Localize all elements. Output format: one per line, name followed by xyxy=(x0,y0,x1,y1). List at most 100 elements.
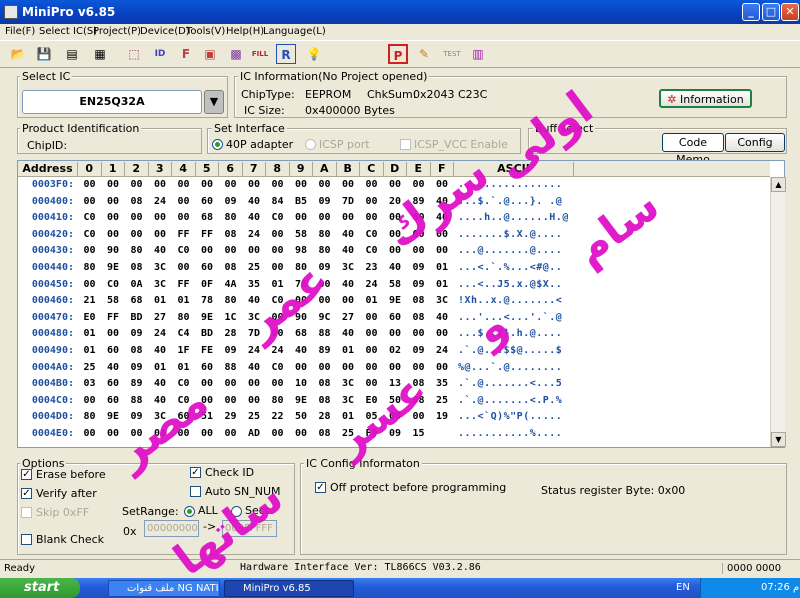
hex-cell[interactable]: 00 xyxy=(266,428,289,439)
hex-cell[interactable]: C0 xyxy=(172,245,195,256)
hex-cell[interactable]: 80 xyxy=(219,295,242,306)
hex-cell[interactable]: 00 xyxy=(78,395,101,406)
hex-cell[interactable]: 80 xyxy=(219,212,242,223)
range-sect-radio[interactable] xyxy=(231,506,242,517)
hex-cell[interactable]: 0F xyxy=(196,279,219,290)
hex-cell[interactable]: 58 xyxy=(290,229,313,240)
hex-cell[interactable]: 60 xyxy=(172,411,195,422)
hex-cell[interactable]: 00 xyxy=(407,229,430,240)
hex-cell[interactable]: 50 xyxy=(384,395,407,406)
hex-cell[interactable]: 00 xyxy=(313,295,336,306)
hex-cell[interactable]: 08 xyxy=(219,229,242,240)
hex-cell[interactable]: 00 xyxy=(172,212,195,223)
hex-cell[interactable]: 09 xyxy=(219,345,242,356)
hex-cell[interactable]: BD xyxy=(125,312,148,323)
hex-cell[interactable]: 3C xyxy=(149,411,172,422)
hex-cell[interactable]: 3C xyxy=(337,395,360,406)
hex-cell[interactable]: 1F xyxy=(172,345,195,356)
hex-cell[interactable]: 88 xyxy=(313,328,336,339)
hex-cell[interactable]: 80 xyxy=(266,395,289,406)
hex-cell[interactable]: 27 xyxy=(337,312,360,323)
hex-cell[interactable]: 00 xyxy=(384,328,407,339)
hex-cell[interactable]: 00 xyxy=(407,411,430,422)
hex-cell[interactable]: 00 xyxy=(407,179,430,190)
hex-cell[interactable]: 50 xyxy=(290,411,313,422)
hex-cell[interactable]: 00 xyxy=(360,345,383,356)
menu-tools[interactable]: Tools(V) xyxy=(186,26,225,37)
hex-cell[interactable]: 00 xyxy=(78,245,101,256)
hex-cell[interactable]: 00 xyxy=(102,229,125,240)
hex-cell[interactable]: 00 xyxy=(102,328,125,339)
hex-cell[interactable]: 40 xyxy=(384,262,407,273)
hex-cell[interactable]: 00 xyxy=(219,378,242,389)
hex-cell[interactable]: 60 xyxy=(196,362,219,373)
hex-cell[interactable]: 00 xyxy=(360,196,383,207)
hex-cell[interactable]: 24 xyxy=(243,345,266,356)
hex-cell[interactable]: 00 xyxy=(196,395,219,406)
hex-cell[interactable]: 89 xyxy=(125,378,148,389)
hex-cell[interactable]: 00 xyxy=(360,362,383,373)
hex-cell[interactable]: 22 xyxy=(266,411,289,422)
hex-cell[interactable]: 00 xyxy=(102,179,125,190)
auto-sn-checkbox[interactable] xyxy=(190,486,201,497)
hex-cell[interactable]: 3C xyxy=(431,295,454,306)
hex-cell[interactable]: 29 xyxy=(219,411,242,422)
hex-cell[interactable]: 09 xyxy=(125,411,148,422)
hex-cell[interactable]: 09 xyxy=(125,362,148,373)
task-minipro[interactable]: MiniPro v6.85 xyxy=(224,580,354,597)
hex-cell[interactable]: 00 xyxy=(431,328,454,339)
hex-cell[interactable]: 00 xyxy=(337,212,360,223)
hex-cell[interactable]: 15 xyxy=(407,428,430,439)
hex-cell[interactable]: C0 xyxy=(360,245,383,256)
code-memo-button[interactable]: Code Memo xyxy=(662,133,724,166)
test-icon[interactable]: TEST xyxy=(442,44,462,64)
hex-cell[interactable]: C4 xyxy=(172,328,195,339)
hex-cell[interactable]: 01 xyxy=(431,279,454,290)
hex-cell[interactable]: 00 xyxy=(266,179,289,190)
hex-cell[interactable]: 78 xyxy=(196,295,219,306)
maximize-button[interactable]: □ xyxy=(762,3,780,21)
erase-icon[interactable]: ▣ xyxy=(200,44,220,64)
hex-cell[interactable]: 3C xyxy=(243,312,266,323)
hex-cell[interactable]: 02 xyxy=(384,345,407,356)
hex-cell[interactable]: 08 xyxy=(125,196,148,207)
project-icon[interactable]: ▤ xyxy=(62,44,82,64)
hex-cell[interactable]: 60 xyxy=(196,262,219,273)
hex-cell[interactable]: 00 xyxy=(196,245,219,256)
hex-cell[interactable]: C0 xyxy=(78,212,101,223)
hex-cell[interactable]: 09 xyxy=(384,428,407,439)
hex-cell[interactable]: 05 xyxy=(360,411,383,422)
hex-cell[interactable]: 08 xyxy=(313,395,336,406)
edit-icon[interactable]: ✎ xyxy=(414,44,434,64)
hex-cell[interactable]: 80 xyxy=(125,245,148,256)
hex-cell[interactable]: 00 xyxy=(243,245,266,256)
hex-cell[interactable]: 24 xyxy=(431,345,454,356)
hex-cell[interactable]: 08 xyxy=(125,262,148,273)
hex-cell[interactable]: 00 xyxy=(149,428,172,439)
hex-cell[interactable]: 40 xyxy=(243,362,266,373)
task-channels[interactable]: ملف قنوات NG NATIO... xyxy=(108,580,220,597)
hex-cell[interactable]: 40 xyxy=(149,345,172,356)
hex-cell[interactable]: 00 xyxy=(172,262,195,273)
menu-help[interactable]: Help(H) xyxy=(226,26,264,37)
hex-cell[interactable]: 7D xyxy=(243,328,266,339)
hex-cell[interactable]: 01 xyxy=(172,362,195,373)
hex-cell[interactable]: 40 xyxy=(102,362,125,373)
scroll-up-icon[interactable]: ▲ xyxy=(771,177,786,192)
hex-cell[interactable]: AD xyxy=(243,428,266,439)
hex-cell[interactable]: 00 xyxy=(384,411,407,422)
hex-cell[interactable]: E0 xyxy=(360,395,383,406)
hex-cell[interactable]: C0 xyxy=(266,362,289,373)
hex-cell[interactable]: C0 xyxy=(266,212,289,223)
hex-cell[interactable]: 09 xyxy=(407,345,430,356)
hex-cell[interactable]: 00 xyxy=(266,312,289,323)
hex-cell[interactable]: 28 xyxy=(219,328,242,339)
hex-cell[interactable]: 13 xyxy=(384,378,407,389)
hex-grid[interactable]: Address 0 1 2 3 4 5 6 7 8 9 A B C D E F ASCII 0003F0: 00 00… xyxy=(17,160,786,448)
hex-cell[interactable]: 08 xyxy=(407,295,430,306)
range-all-radio[interactable] xyxy=(184,506,195,517)
hex-cell[interactable]: 09 xyxy=(313,262,336,273)
help-icon[interactable]: 💡 xyxy=(304,44,324,64)
hex-cell[interactable]: 00 xyxy=(384,245,407,256)
hex-cell[interactable]: 25 xyxy=(243,411,266,422)
